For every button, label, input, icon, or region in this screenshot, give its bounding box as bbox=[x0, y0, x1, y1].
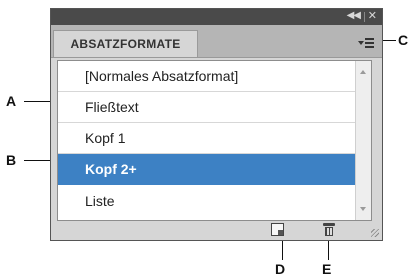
paragraph-styles-panel: ◀◀ ✕ ABSATZFORMATE [Normales Absatzforma… bbox=[50, 8, 383, 241]
callout-c-label: C bbox=[398, 32, 409, 48]
vertical-scrollbar[interactable] bbox=[355, 61, 371, 220]
callout-b-label: B bbox=[6, 152, 17, 168]
trash-lid-icon bbox=[323, 223, 335, 226]
panel-menu-icon[interactable] bbox=[358, 37, 374, 49]
scroll-down-arrow-icon[interactable] bbox=[360, 207, 366, 211]
panel-title-bar[interactable]: ◀◀ ✕ bbox=[51, 9, 382, 25]
callout-d-label: D bbox=[275, 261, 286, 277]
scroll-up-arrow-icon[interactable] bbox=[360, 70, 366, 74]
list-item-kopf-2-selected[interactable]: Kopf 2+ bbox=[58, 154, 356, 185]
double-chevron-left-icon[interactable]: ◀◀ bbox=[347, 10, 361, 21]
list-item-kopf-1[interactable]: Kopf 1 bbox=[58, 123, 356, 154]
resize-grip-icon[interactable] bbox=[371, 229, 379, 237]
style-list: [Normales Absatzformat] Fließtext Kopf 1… bbox=[57, 60, 372, 221]
callout-d-line bbox=[282, 238, 283, 260]
panel-bottom-bar bbox=[51, 221, 382, 240]
tab-absatzformate[interactable]: ABSATZFORMATE bbox=[53, 30, 198, 57]
callout-e-label: E bbox=[322, 261, 332, 277]
list-item-fliesstext[interactable]: Fließtext bbox=[58, 92, 356, 123]
list-item-normales-absatzformat[interactable]: [Normales Absatzformat] bbox=[58, 61, 356, 92]
new-style-button[interactable] bbox=[271, 223, 284, 236]
menu-lines-icon bbox=[365, 38, 374, 48]
trash-icon bbox=[325, 227, 333, 236]
new-style-icon bbox=[278, 230, 283, 235]
panel-tab-row: ABSATZFORMATE bbox=[51, 25, 382, 58]
delete-style-button[interactable] bbox=[322, 222, 336, 237]
title-bar-separator bbox=[364, 12, 365, 22]
menu-arrow-icon bbox=[358, 41, 364, 45]
callout-a-label: A bbox=[6, 93, 17, 109]
callout-e-line bbox=[328, 238, 329, 260]
close-icon[interactable]: ✕ bbox=[368, 9, 377, 22]
list-item-liste[interactable]: Liste bbox=[58, 185, 356, 216]
